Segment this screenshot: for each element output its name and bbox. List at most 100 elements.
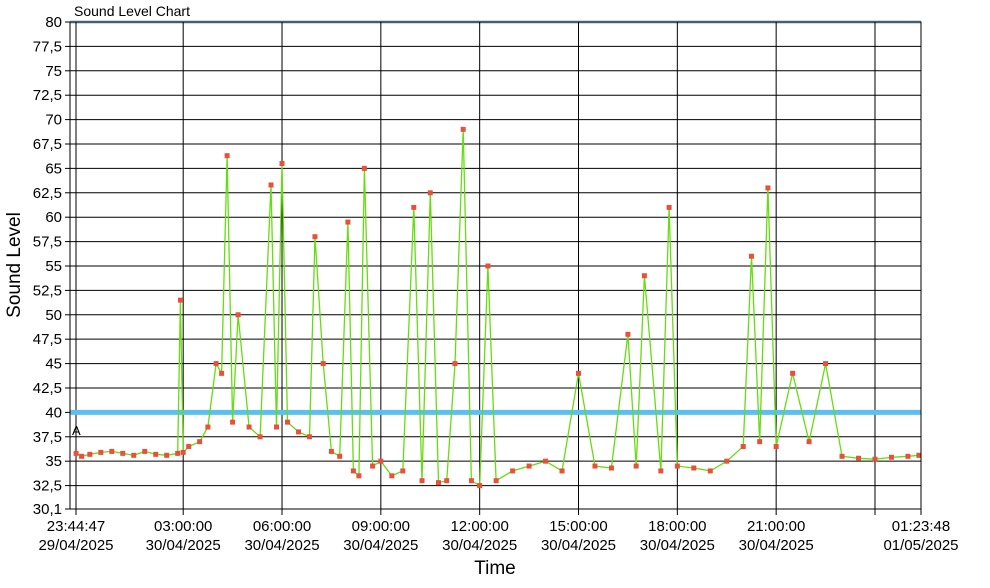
chart-title: Sound Level Chart (74, 3, 190, 19)
data-point (674, 463, 680, 469)
data-point (285, 419, 291, 425)
x-tick-label-date: 29/04/2025 (38, 537, 113, 554)
data-point (213, 361, 219, 367)
data-point (246, 424, 252, 430)
data-point (180, 449, 186, 455)
y-axis-label: Sound Level (4, 212, 25, 318)
y-tick-label: 35 (45, 453, 62, 470)
data-point (559, 468, 565, 474)
data-point (120, 450, 126, 456)
x-tick-label-date: 30/04/2025 (541, 537, 616, 554)
data-point (435, 480, 441, 486)
data-point (389, 473, 395, 479)
data-point (856, 455, 862, 461)
y-tick-label: 37,5 (33, 429, 62, 446)
data-point (543, 458, 549, 464)
x-tick-label-time: 21:00:00 (747, 518, 805, 535)
data-point (839, 453, 845, 459)
data-point (320, 361, 326, 367)
data-point (295, 429, 301, 435)
y-tick-label: 57,5 (33, 234, 62, 251)
y-tick-label: 70 (45, 112, 62, 129)
y-tick-label: 47,5 (33, 331, 62, 348)
data-point (142, 448, 148, 454)
data-point (219, 370, 225, 376)
data-point (872, 456, 878, 462)
data-point (773, 444, 779, 450)
data-point (205, 424, 211, 430)
data-point (444, 478, 450, 484)
data-point (370, 463, 376, 469)
marker-label: A (72, 423, 81, 438)
data-point (175, 450, 181, 456)
x-tick-label-time: 03:00:00 (154, 518, 212, 535)
x-tick-label-date: 30/04/2025 (739, 537, 814, 554)
x-tick-label-date: 30/04/2025 (640, 537, 715, 554)
data-point (73, 450, 79, 456)
x-tick-label-time: 15:00:00 (549, 518, 607, 535)
data-point (312, 234, 318, 240)
data-point (350, 468, 356, 474)
y-tick-label: 32,5 (33, 478, 62, 495)
data-point (748, 253, 754, 259)
x-tick-label-date: 30/04/2025 (244, 537, 319, 554)
sound-level-chart: Sound Level Chart 80 77,5 75 72,5 70 67,5 65 62… (0, 0, 990, 588)
data-point (337, 453, 343, 459)
data-point (257, 434, 263, 440)
data-point (493, 478, 499, 484)
data-point (740, 444, 746, 450)
x-tick-label-time: 09:00:00 (352, 518, 410, 535)
data-point (268, 182, 274, 188)
y-tick-label: 45 (45, 356, 62, 373)
data-point (485, 263, 491, 269)
data-point (724, 458, 730, 464)
y-tick-label: 50 (45, 307, 62, 324)
data-point (411, 204, 417, 210)
data-point (905, 453, 911, 459)
data-point (345, 219, 351, 225)
data-point (109, 448, 115, 454)
y-tick-label: 80 (45, 14, 62, 31)
data-point (186, 444, 192, 450)
y-tick-label: 72,5 (33, 87, 62, 104)
y-tick-label: 42,5 (33, 380, 62, 397)
data-point (274, 424, 280, 430)
data-point (224, 153, 230, 159)
data-point (419, 478, 425, 484)
data-point (823, 361, 829, 367)
y-tick-label: 75 (45, 63, 62, 80)
data-point (87, 451, 93, 457)
y-tick-label: 77,5 (33, 38, 62, 55)
data-point (765, 185, 771, 191)
y-tick-label: 40 (45, 404, 62, 421)
data-point (641, 273, 647, 279)
data-point (666, 204, 672, 210)
data-point (888, 454, 894, 460)
data-point (477, 483, 483, 489)
data-point (633, 463, 639, 469)
data-point (197, 439, 203, 445)
data-point (98, 449, 104, 455)
data-point (164, 452, 170, 458)
data-point (526, 463, 532, 469)
data-point (279, 161, 285, 167)
x-axis-label: Time (474, 558, 516, 579)
x-tick-label-time: 01:23:48 (892, 518, 950, 535)
x-tick-label-date: 30/04/2025 (146, 537, 221, 554)
x-tick-label-time: 12:00:00 (450, 518, 508, 535)
x-tick-label-time: 18:00:00 (648, 518, 706, 535)
data-point (306, 434, 312, 440)
data-point (592, 463, 598, 469)
data-point (468, 478, 474, 484)
data-point (328, 448, 334, 454)
data-point (576, 370, 582, 376)
data-point (356, 473, 362, 479)
data-point (235, 312, 241, 318)
data-point (361, 165, 367, 171)
data-point (153, 451, 159, 457)
y-tick-label: 65 (45, 160, 62, 177)
y-tick-label: 60 (45, 209, 62, 226)
data-point (625, 331, 631, 337)
y-tick-label: 55 (45, 258, 62, 275)
data-point (79, 453, 85, 459)
